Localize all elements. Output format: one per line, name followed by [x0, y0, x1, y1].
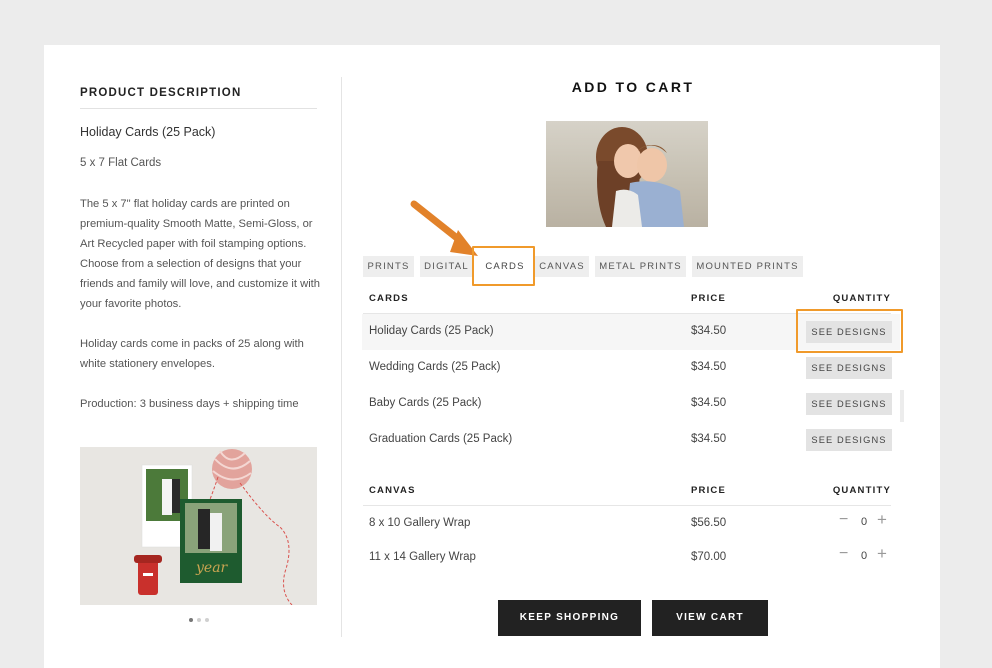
description-heading: PRODUCT DESCRIPTION	[80, 87, 242, 99]
description-paragraph: The 5 x 7" flat holiday cards are printe…	[80, 198, 321, 310]
item-price: $70.00	[691, 551, 727, 563]
item-price: $34.50	[691, 397, 727, 409]
tab-mounted-prints[interactable]: MOUNTED PRINTS	[692, 256, 803, 277]
plus-icon[interactable]: +	[877, 544, 887, 564]
tab-cards[interactable]: CARDS	[479, 256, 531, 277]
product-size: 5 x 7 Flat Cards	[80, 157, 162, 169]
product-photo[interactable]: year	[80, 447, 317, 605]
quantity-stepper: − 0 +	[839, 510, 891, 533]
card-foil-text: year	[195, 560, 229, 576]
item-price: $34.50	[691, 325, 727, 337]
item-price: $34.50	[691, 361, 727, 373]
table-row: Graduation Cards (25 Pack) $34.50 SEE DE…	[362, 422, 900, 458]
table-row: Holiday Cards (25 Pack) $34.50 SEE DESIG…	[362, 314, 900, 350]
see-designs-button[interactable]: SEE DESIGNS	[806, 393, 892, 415]
column-header-price: PRICE	[691, 293, 727, 304]
minus-icon[interactable]: −	[839, 511, 848, 529]
carousel-dot[interactable]	[205, 618, 209, 622]
item-price: $56.50	[691, 517, 727, 529]
column-header-name: CARDS	[369, 293, 409, 304]
see-designs-button[interactable]: SEE DESIGNS	[806, 321, 892, 343]
tab-metal-prints[interactable]: METAL PRINTS	[595, 256, 686, 277]
quantity-value[interactable]: 0	[861, 516, 867, 528]
scrollbar[interactable]	[900, 390, 904, 422]
column-header-quantity: QUANTITY	[832, 485, 891, 496]
carousel-dots	[189, 618, 209, 622]
item-name: Baby Cards (25 Pack)	[369, 397, 482, 409]
canvas-section-header: CANVAS PRICE QUANTITY	[363, 485, 891, 505]
table-row: Baby Cards (25 Pack) $34.50 SEE DESIGNS	[362, 386, 900, 422]
selected-photo	[546, 121, 708, 227]
table-row: Wedding Cards (25 Pack) $34.50 SEE DESIG…	[362, 350, 900, 386]
minus-icon[interactable]: −	[839, 545, 848, 563]
item-name: Wedding Cards (25 Pack)	[369, 361, 501, 373]
tab-canvas[interactable]: CANVAS	[535, 256, 589, 277]
production-time: Production: 3 business days + shipping t…	[80, 398, 299, 410]
description-rule	[80, 108, 317, 109]
item-name: 8 x 10 Gallery Wrap	[369, 517, 471, 529]
view-cart-button[interactable]: VIEW CART	[652, 600, 768, 636]
item-name: 11 x 14 Gallery Wrap	[369, 551, 476, 563]
tab-digital[interactable]: DIGITAL	[420, 256, 473, 277]
add-to-cart-heading: ADD TO CART	[571, 79, 695, 95]
column-divider	[341, 77, 342, 637]
keep-shopping-button[interactable]: KEEP SHOPPING	[498, 600, 641, 636]
tab-prints[interactable]: PRINTS	[363, 256, 414, 277]
see-designs-button[interactable]: SEE DESIGNS	[806, 357, 892, 379]
quantity-value[interactable]: 0	[861, 550, 867, 562]
carousel-dot[interactable]	[189, 618, 193, 622]
table-row: 8 x 10 Gallery Wrap $56.50 − 0 +	[362, 506, 900, 542]
table-row: 11 x 14 Gallery Wrap $70.00 − 0 +	[362, 540, 900, 576]
plus-icon[interactable]: +	[877, 510, 887, 530]
column-header-name: CANVAS	[369, 485, 416, 496]
item-price: $34.50	[691, 433, 727, 445]
quantity-stepper: − 0 +	[839, 544, 891, 567]
cards-section-header: CARDS PRICE QUANTITY	[363, 293, 891, 313]
column-header-price: PRICE	[691, 485, 727, 496]
carousel-dot[interactable]	[197, 618, 201, 622]
description-paragraph: Holiday cards come in packs of 25 along …	[80, 338, 304, 370]
item-name: Graduation Cards (25 Pack)	[369, 433, 513, 445]
column-header-quantity: QUANTITY	[832, 293, 891, 304]
see-designs-button[interactable]: SEE DESIGNS	[806, 429, 892, 451]
item-name: Holiday Cards (25 Pack)	[369, 325, 494, 337]
product-title: Holiday Cards (25 Pack)	[80, 125, 216, 139]
